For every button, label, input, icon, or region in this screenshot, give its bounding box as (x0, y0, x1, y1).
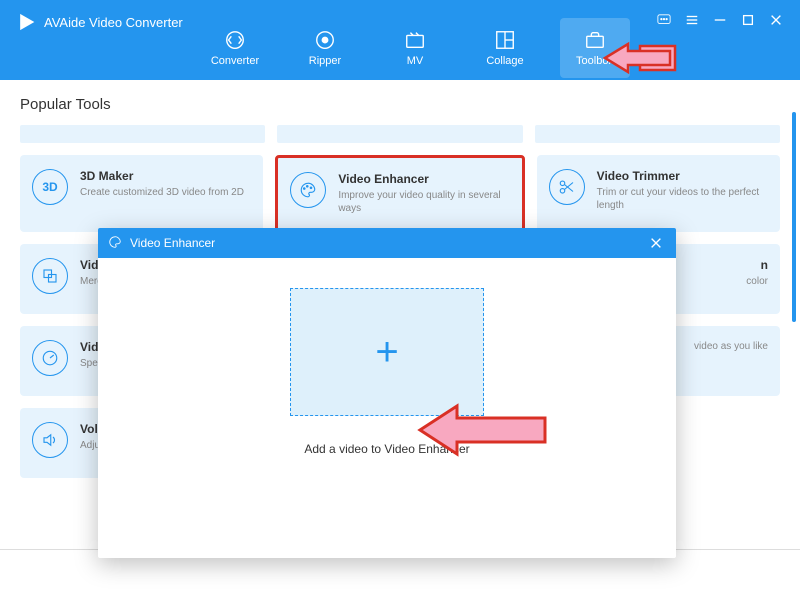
placeholder-row (20, 125, 780, 143)
dialog-body: + Add a video to Video Enhancer (98, 258, 676, 456)
3d-icon: 3D (32, 169, 68, 205)
placeholder-bar (20, 125, 265, 143)
tab-converter[interactable]: Converter (200, 18, 270, 78)
plus-icon: + (375, 330, 398, 375)
placeholder-bar (535, 125, 780, 143)
tab-label: Toolbox (576, 55, 614, 67)
tool-card-video-trimmer[interactable]: Video Trimmer Trim or cut your videos to… (537, 155, 780, 232)
dialog-header: Video Enhancer (98, 228, 676, 258)
window-controls (640, 0, 800, 40)
tool-card-video-enhancer[interactable]: Video Enhancer Improve your video qualit… (275, 155, 524, 232)
logo-area: AVAide Video Converter (0, 0, 199, 44)
tab-toolbox[interactable]: Toolbox (560, 18, 630, 78)
tab-ripper[interactable]: Ripper (290, 18, 360, 78)
merge-icon (32, 258, 68, 294)
tab-mv[interactable]: MV (380, 18, 450, 78)
close-icon[interactable] (768, 12, 784, 28)
card-desc: Improve your video quality in several wa… (338, 189, 509, 215)
card-desc: Create customized 3D video from 2D (80, 186, 251, 199)
card-title: Video Trimmer (597, 169, 768, 183)
placeholder-bar (277, 125, 522, 143)
dialog-title: Video Enhancer (130, 236, 215, 250)
card-title: Video Enhancer (338, 172, 509, 186)
dialog-caption: Add a video to Video Enhancer (304, 442, 469, 456)
add-video-dropzone[interactable]: + (290, 288, 484, 416)
palette-icon (108, 235, 122, 252)
logo-icon (16, 12, 36, 32)
feedback-icon[interactable] (656, 12, 672, 28)
card-desc: Trim or cut your videos to the perfect l… (597, 186, 768, 212)
video-enhancer-dialog: Video Enhancer + Add a video to Video En… (98, 228, 676, 558)
main-tabs: Converter Ripper MV Collage Toolbox (200, 18, 630, 78)
tab-label: Collage (486, 55, 523, 67)
tab-label: MV (407, 55, 424, 67)
palette-icon (290, 172, 326, 208)
scrollbar[interactable] (792, 112, 796, 322)
tab-label: Converter (211, 55, 259, 67)
card-title: 3D Maker (80, 169, 251, 183)
maximize-icon[interactable] (740, 12, 756, 28)
close-icon[interactable] (646, 233, 666, 253)
scissors-icon (549, 169, 585, 205)
section-title: Popular Tools (20, 96, 780, 113)
tab-collage[interactable]: Collage (470, 18, 540, 78)
menu-icon[interactable] (684, 12, 700, 28)
app-title: AVAide Video Converter (44, 15, 183, 30)
minimize-icon[interactable] (712, 12, 728, 28)
tab-label: Ripper (309, 55, 341, 67)
tool-card-3d-maker[interactable]: 3D 3D Maker Create customized 3D video f… (20, 155, 263, 232)
speed-icon (32, 340, 68, 376)
volume-icon (32, 422, 68, 458)
